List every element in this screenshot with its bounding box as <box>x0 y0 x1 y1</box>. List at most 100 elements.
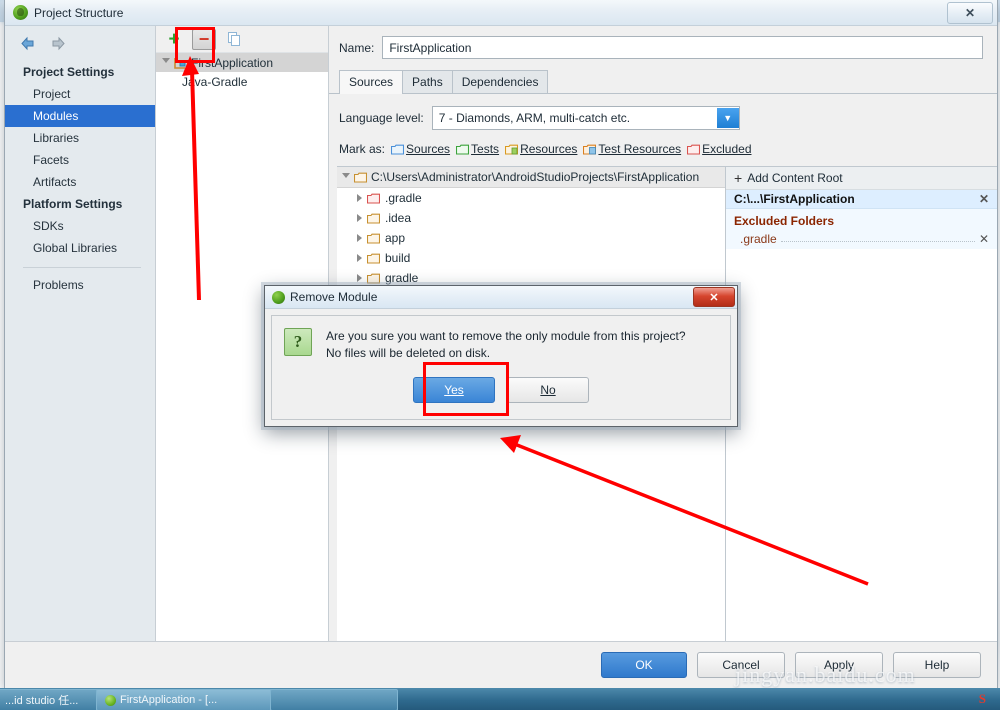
tab-paths[interactable]: Paths <box>402 70 453 93</box>
dialog-title: Remove Module <box>290 290 378 304</box>
language-level-value: 7 - Diamonds, ARM, multi-catch etc. <box>438 111 631 125</box>
sidebar-item-problems[interactable]: Problems <box>5 274 155 296</box>
chevron-down-icon[interactable]: ▼ <box>716 108 739 128</box>
ok-button[interactable]: OK <box>601 652 687 678</box>
source-tree-label: build <box>385 251 411 265</box>
minus-icon: − <box>198 29 210 49</box>
mark-as-test-resources-label: Test Resources <box>598 142 682 156</box>
taskbar-item-firstapplication[interactable]: FirstApplication - [... <box>96 689 282 710</box>
content-roots-panel: + Add Content Root C:\...\FirstApplicati… <box>726 167 997 641</box>
dialog-close-button[interactable]: ✕ <box>693 287 735 307</box>
back-arrow-icon[interactable] <box>19 36 36 51</box>
yes-button-label: Yes <box>444 382 464 397</box>
leader-dots <box>780 231 975 242</box>
yes-button[interactable]: Yes <box>413 376 495 403</box>
chevron-right-icon[interactable] <box>357 234 362 242</box>
mark-as-label: Mark as: <box>339 142 386 156</box>
folder-excluded-icon <box>366 193 381 204</box>
mark-as-excluded[interactable]: Excluded <box>687 142 752 156</box>
chevron-right-icon[interactable] <box>357 254 362 262</box>
mark-as-resources-label: Resources <box>520 142 578 156</box>
windows-taskbar: ...id studio 任... FirstApplication - [..… <box>0 688 1000 710</box>
sidebar-navigation <box>5 32 155 61</box>
mark-as-tests[interactable]: Tests <box>455 142 499 156</box>
sidebar-divider <box>23 267 141 268</box>
dialog-footer: OK Cancel Apply Help <box>5 641 997 688</box>
sidebar-group-platform-settings: Platform Settings <box>23 197 123 211</box>
language-level-label: Language level: <box>339 111 424 125</box>
language-level-select[interactable]: 7 - Diamonds, ARM, multi-catch etc. ▼ <box>431 106 740 130</box>
module-tree-row-firstapplication[interactable]: FirstApplication <box>156 53 328 72</box>
folder-test-resources-icon <box>583 144 597 155</box>
dialog-buttons: Yes No <box>272 363 730 403</box>
chevron-right-icon[interactable] <box>357 214 362 222</box>
taskbar-item-label: FirstApplication - [... <box>120 694 218 706</box>
plus-icon: + <box>734 170 743 186</box>
detail-tabs: Sources Paths Dependencies <box>329 69 997 94</box>
no-button[interactable]: No <box>507 376 589 403</box>
source-tree-row-idea[interactable]: .idea <box>337 208 725 228</box>
dialog-panel: ? Are you sure you want to remove the on… <box>271 315 731 420</box>
tab-dependencies[interactable]: Dependencies <box>451 70 549 93</box>
source-tree-label: app <box>385 231 406 245</box>
sidebar-item-facets[interactable]: Facets <box>5 149 155 171</box>
mark-as-row: Mark as: Sources Tests Resources Test Re… <box>329 130 997 156</box>
source-tree-label: .gradle <box>385 191 422 205</box>
folder-icon <box>366 233 381 244</box>
sidebar-item-libraries[interactable]: Libraries <box>5 127 155 149</box>
settings-sidebar: Project Settings Project Modules Librari… <box>5 26 156 641</box>
mark-as-resources[interactable]: Resources <box>505 142 577 156</box>
content-root-label: C:\...\FirstApplication <box>734 192 855 206</box>
folder-icon <box>353 172 368 183</box>
source-tree-row-build[interactable]: build <box>337 248 725 268</box>
chevron-down-icon[interactable] <box>342 172 350 182</box>
cancel-button[interactable]: Cancel <box>697 652 785 678</box>
add-module-button[interactable]: + <box>164 30 184 49</box>
tab-sources[interactable]: Sources <box>339 70 404 94</box>
sidebar-item-modules[interactable]: Modules <box>5 105 155 127</box>
module-name-input[interactable]: FirstApplication <box>382 36 983 59</box>
remove-module-button[interactable]: − <box>192 28 216 50</box>
taskbar-item-extra[interactable] <box>270 689 398 710</box>
excluded-folder-label: .gradle <box>740 231 777 246</box>
language-level-row: Language level: 7 - Diamonds, ARM, multi… <box>329 94 997 130</box>
chevron-down-icon[interactable] <box>162 58 170 67</box>
tray-sogou-icon[interactable]: S <box>979 691 986 707</box>
source-tree-row-gradle-dot[interactable]: .gradle <box>337 188 725 208</box>
sidebar-item-project[interactable]: Project <box>5 83 155 105</box>
excluded-folder-row[interactable]: .gradle ✕ <box>726 230 997 249</box>
sidebar-item-artifacts[interactable]: Artifacts <box>5 171 155 193</box>
apply-button[interactable]: Apply <box>795 652 883 678</box>
help-button[interactable]: Help <box>893 652 981 678</box>
remove-excluded-folder-button[interactable]: ✕ <box>979 232 989 246</box>
remove-content-root-button[interactable]: ✕ <box>979 192 989 206</box>
android-studio-icon <box>105 694 116 706</box>
excluded-folders-header: Excluded Folders <box>726 209 997 230</box>
chevron-right-icon[interactable] <box>357 274 362 282</box>
sidebar-item-global-libraries[interactable]: Global Libraries <box>5 237 155 259</box>
module-name-row: Name: FirstApplication <box>329 26 997 65</box>
content-root-row[interactable]: C:\...\FirstApplication ✕ <box>726 190 997 209</box>
source-tree-row-app[interactable]: app <box>337 228 725 248</box>
folder-tests-icon <box>455 144 470 155</box>
modules-toolbar: + − <box>156 26 328 53</box>
source-tree-root-row[interactable]: C:\Users\Administrator\AndroidStudioProj… <box>337 167 725 188</box>
forward-arrow-icon[interactable] <box>50 36 67 51</box>
dialog-message-row: ? Are you sure you want to remove the on… <box>272 316 730 363</box>
chevron-right-icon[interactable] <box>357 194 362 202</box>
android-studio-icon <box>13 5 28 20</box>
copy-module-button[interactable] <box>224 30 244 48</box>
add-content-root-button[interactable]: + Add Content Root <box>726 167 997 190</box>
source-tree-root-label: C:\Users\Administrator\AndroidStudioProj… <box>371 170 700 184</box>
sidebar-group-project-settings: Project Settings <box>23 65 115 79</box>
taskbar-item-label: ...id studio 任... <box>5 695 79 707</box>
window-close-button[interactable]: ✕ <box>947 2 993 24</box>
folder-icon <box>366 213 381 224</box>
window-title: Project Structure <box>34 5 124 20</box>
mark-as-test-resources[interactable]: Test Resources <box>583 142 681 156</box>
sidebar-item-sdks[interactable]: SDKs <box>5 215 155 237</box>
add-content-root-label: Add Content Root <box>747 171 843 185</box>
module-tree-row-java-gradle[interactable]: Java-Gradle <box>156 72 328 91</box>
mark-as-sources[interactable]: Sources <box>390 142 450 156</box>
source-tree-label: gradle <box>385 271 419 285</box>
